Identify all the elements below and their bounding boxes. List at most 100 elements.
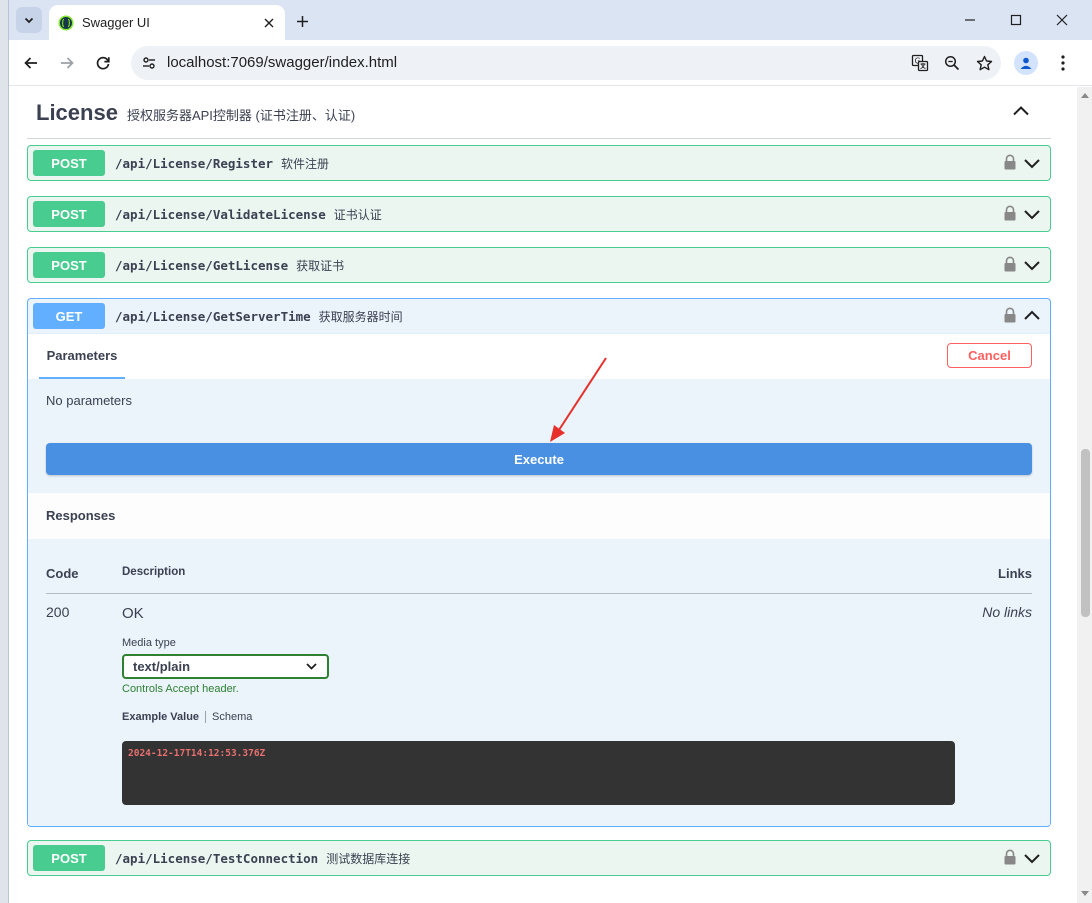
- operation-summary: 获取服务器时间: [318, 309, 403, 324]
- operation-summary: 获取证书: [296, 258, 345, 273]
- example-value-text: 2024-12-17T14:12:53.376Z: [128, 748, 266, 759]
- tab-title: Swagger UI: [82, 15, 150, 30]
- chevron-up-icon[interactable]: [1011, 101, 1031, 121]
- method-badge: POST: [33, 150, 105, 176]
- back-button[interactable]: [19, 51, 43, 75]
- address-bar[interactable]: localhost:7069/swagger/index.html G: [131, 46, 1001, 80]
- controls-accept-note: Controls Accept header.: [122, 683, 239, 695]
- lock-icon[interactable]: [1003, 849, 1017, 865]
- close-icon: [264, 18, 274, 27]
- maximize-icon: [1010, 14, 1022, 26]
- arrow-right-icon: [61, 57, 74, 69]
- operation-path: /api/License/Register: [115, 155, 274, 171]
- opblock-register[interactable]: POST /api/License/Register 软件注册: [27, 145, 1051, 181]
- opblock-get-server-time: GET /api/License/GetServerTime 获取服务器时间 P…: [27, 298, 1051, 827]
- tab-strip: Swagger UI: [9, 0, 1092, 40]
- operation-path: /api/License/TestConnection: [115, 850, 319, 866]
- close-window-button[interactable]: [1048, 8, 1076, 32]
- example-tabs: Example Value Schema: [122, 711, 252, 723]
- url-text: localhost:7069/swagger/index.html: [167, 54, 398, 71]
- chevron-up-icon[interactable]: [1023, 307, 1041, 325]
- media-type-select[interactable]: text/plain: [122, 654, 329, 679]
- column-code: Code: [46, 566, 79, 581]
- operation-path: /api/License/GetServerTime: [115, 308, 311, 324]
- responses-header: Responses: [28, 493, 1050, 539]
- operation-summary: 软件注册: [281, 156, 330, 171]
- chevron-down-icon: [24, 17, 34, 24]
- media-type-label: Media type: [122, 637, 176, 649]
- star-icon: [976, 55, 992, 70]
- parameters-area: No parameters Execute: [28, 379, 1050, 493]
- lock-icon[interactable]: [1003, 307, 1017, 323]
- tab-close-button[interactable]: [259, 13, 279, 33]
- media-type-value: text/plain: [133, 659, 191, 674]
- scroll-up-arrow[interactable]: [1081, 93, 1089, 98]
- browser-menu-button[interactable]: [1051, 51, 1075, 75]
- example-code-block: 2024-12-17T14:12:53.376Z: [122, 741, 955, 805]
- execute-button[interactable]: Execute: [46, 443, 1032, 475]
- responses-title: Responses: [46, 508, 116, 523]
- responses-table: Code Description Links 200 OK No links M…: [28, 539, 1050, 825]
- method-badge: POST: [33, 201, 105, 227]
- response-description: OK: [122, 605, 144, 622]
- minimize-button[interactable]: [956, 8, 984, 32]
- tab-parameters[interactable]: Parameters: [39, 334, 125, 380]
- operation-body: Parameters Cancel No parameters Execute …: [28, 333, 1050, 825]
- translate-icon: G: [911, 54, 929, 72]
- active-tab[interactable]: Swagger UI: [49, 5, 285, 40]
- response-links: No links: [982, 604, 1032, 620]
- chevron-down-icon[interactable]: [1023, 205, 1041, 223]
- arrow-left-icon: [24, 57, 37, 69]
- tab-separator: [205, 711, 207, 723]
- method-badge: GET: [33, 303, 105, 329]
- scroll-down-arrow[interactable]: [1081, 891, 1089, 896]
- section-title: License: [36, 99, 118, 125]
- opblock-validate-license[interactable]: POST /api/License/ValidateLicense 证书认证: [27, 196, 1051, 232]
- tab-schema[interactable]: Schema: [212, 711, 252, 723]
- chevron-down-icon[interactable]: [1023, 849, 1041, 867]
- scroll-thumb[interactable]: [1081, 449, 1090, 617]
- tab-example-value[interactable]: Example Value: [122, 711, 199, 723]
- cancel-button[interactable]: Cancel: [947, 343, 1032, 368]
- avatar-icon: [1020, 57, 1032, 69]
- browser-window: Swagger UI localhost:7069/swagger/index.…: [8, 0, 1092, 903]
- bookmark-button[interactable]: [973, 52, 995, 74]
- opblock-test-connection[interactable]: POST /api/License/TestConnection 测试数据库连接: [27, 840, 1051, 876]
- response-code: 200: [46, 604, 70, 620]
- operation-path: /api/License/GetLicense: [115, 257, 289, 273]
- page-scrollbar[interactable]: [1077, 87, 1092, 903]
- close-icon: [1056, 14, 1068, 26]
- chevron-down-icon[interactable]: [1023, 256, 1041, 274]
- plus-icon: [296, 15, 308, 27]
- maximize-button[interactable]: [1002, 8, 1030, 32]
- swagger-page: License 授权服务器API控制器 (证书注册、认证) POST /api/…: [9, 87, 1077, 903]
- license-section-header[interactable]: License 授权服务器API控制器 (证书注册、认证): [27, 87, 1051, 139]
- reload-icon: [96, 56, 110, 70]
- new-tab-button[interactable]: [291, 10, 313, 32]
- profile-button[interactable]: [1014, 51, 1038, 75]
- lock-icon[interactable]: [1003, 205, 1017, 221]
- operation-summary: 证书认证: [333, 207, 382, 222]
- divider: [46, 593, 1032, 594]
- tab-search-button[interactable]: [16, 7, 42, 33]
- site-info-button[interactable]: [137, 51, 161, 75]
- zoom-button[interactable]: [941, 52, 963, 74]
- browser-toolbar: localhost:7069/swagger/index.html G: [9, 40, 1092, 86]
- chevron-down-icon[interactable]: [1023, 154, 1041, 172]
- operation-summary: 测试数据库连接: [326, 851, 411, 866]
- lock-icon[interactable]: [1003, 256, 1017, 272]
- section-description: 授权服务器API控制器 (证书注册、认证): [126, 108, 356, 123]
- translate-button[interactable]: G: [909, 52, 931, 74]
- forward-button[interactable]: [55, 51, 79, 75]
- tune-icon: [143, 57, 155, 69]
- parameters-header: Parameters Cancel: [28, 333, 1050, 380]
- no-parameters-text: No parameters: [46, 393, 132, 408]
- lock-icon[interactable]: [1003, 154, 1017, 170]
- swagger-favicon-icon: [58, 15, 74, 30]
- column-links: Links: [998, 566, 1032, 581]
- reload-button[interactable]: [91, 51, 115, 75]
- opblock-get-license[interactable]: POST /api/License/GetLicense 获取证书: [27, 247, 1051, 283]
- more-vertical-icon: [1061, 55, 1065, 71]
- method-badge: POST: [33, 252, 105, 278]
- operation-summary-bar[interactable]: GET /api/License/GetServerTime 获取服务器时间: [28, 299, 1050, 333]
